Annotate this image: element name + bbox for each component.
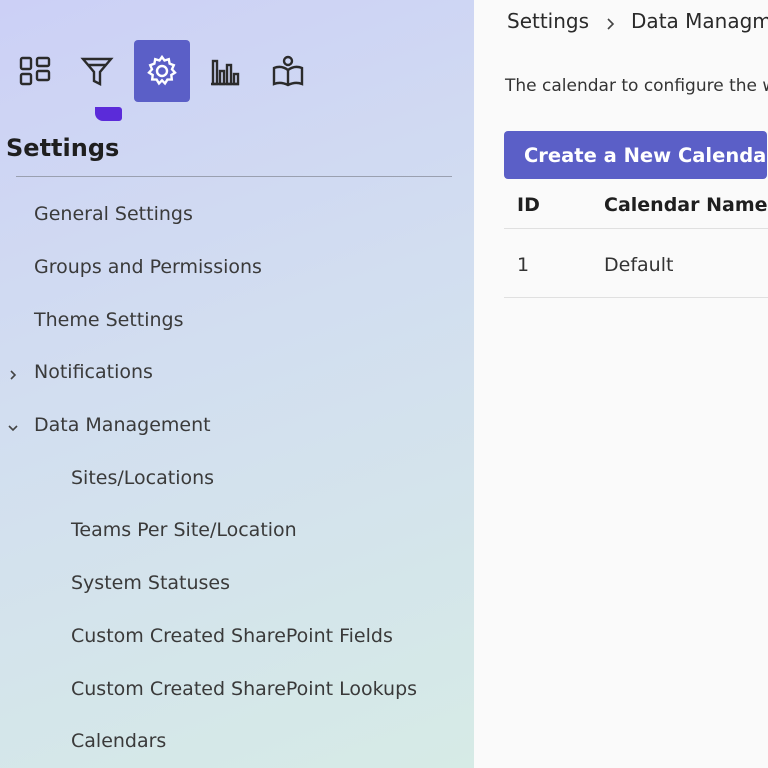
sidebar: Settings General Settings Groups and Per…	[0, 0, 474, 768]
settings-icon	[147, 54, 177, 86]
menu-item-label: Notifications	[34, 361, 153, 384]
nav-reports[interactable]	[197, 40, 253, 102]
chevron-right-icon	[6, 365, 20, 380]
menu-item-label: Data Management	[34, 414, 211, 437]
active-nav-indicator	[95, 107, 122, 121]
menu-item-label: Groups and Permissions	[34, 256, 262, 279]
nav-settings[interactable]	[134, 40, 190, 102]
nav-dashboard[interactable]	[7, 40, 63, 102]
menu-item-system-statuses[interactable]: System Statuses	[0, 557, 474, 610]
settings-menu: General Settings Groups and Permissions …	[0, 188, 474, 768]
dashboard-icon	[19, 56, 51, 86]
nav-filter[interactable]	[69, 40, 125, 102]
filter-icon	[80, 57, 114, 86]
menu-item-label: Calendars	[71, 730, 167, 753]
menu-item-label: Teams Per Site/Location	[71, 519, 297, 542]
page-description: The calendar to configure the wo	[505, 76, 768, 96]
column-header-id[interactable]: ID	[517, 194, 540, 216]
app-icon-bar	[0, 0, 474, 121]
nav-help[interactable]	[260, 40, 316, 102]
bar-chart-icon	[211, 59, 240, 86]
menu-item-label: Theme Settings	[34, 308, 184, 331]
menu-item-teams-per-site[interactable]: Teams Per Site/Location	[0, 504, 474, 557]
menu-item-label: General Settings	[34, 203, 193, 226]
breadcrumb-settings[interactable]: Settings	[507, 9, 589, 33]
column-header-calendar-name[interactable]: Calendar Name	[604, 194, 768, 216]
create-calendar-button[interactable]: Create a New Calendar	[504, 131, 768, 179]
menu-item-data-management[interactable]: Data Management	[0, 399, 474, 452]
menu-item-custom-fields[interactable]: Custom Created SharePoint Fields	[0, 610, 474, 663]
breadcrumb: Settings Data Managm	[507, 9, 768, 33]
menu-item-label: Custom Created SharePoint Lookups	[71, 677, 418, 700]
row-divider	[504, 297, 768, 298]
menu-item-label: Sites/Locations	[71, 466, 215, 489]
menu-item-general-settings[interactable]: General Settings	[0, 188, 474, 241]
menu-item-calendars[interactable]: Calendars	[0, 715, 474, 768]
menu-item-label: System Statuses	[71, 572, 231, 595]
menu-item-custom-lookups[interactable]: Custom Created SharePoint Lookups	[0, 662, 474, 715]
menu-item-theme-settings[interactable]: Theme Settings	[0, 293, 474, 346]
cell-id: 1	[517, 254, 530, 276]
sidebar-title: Settings	[6, 134, 120, 162]
menu-item-sites-locations[interactable]: Sites/Locations	[0, 451, 474, 504]
cell-calendar-name: Default	[604, 254, 674, 276]
sidebar-divider	[16, 176, 452, 177]
main-content: Settings Data Managm The calendar to con…	[474, 0, 768, 768]
menu-item-groups-and-permissions[interactable]: Groups and Permissions	[0, 241, 474, 294]
chevron-down-icon	[6, 418, 20, 432]
menu-item-label: Custom Created SharePoint Fields	[71, 624, 393, 647]
menu-item-notifications[interactable]: Notifications	[0, 346, 474, 399]
book-reader-icon	[272, 55, 304, 87]
chevron-right-icon	[605, 13, 617, 30]
header-divider	[504, 228, 768, 229]
breadcrumb-current: Data Managm	[631, 9, 768, 33]
